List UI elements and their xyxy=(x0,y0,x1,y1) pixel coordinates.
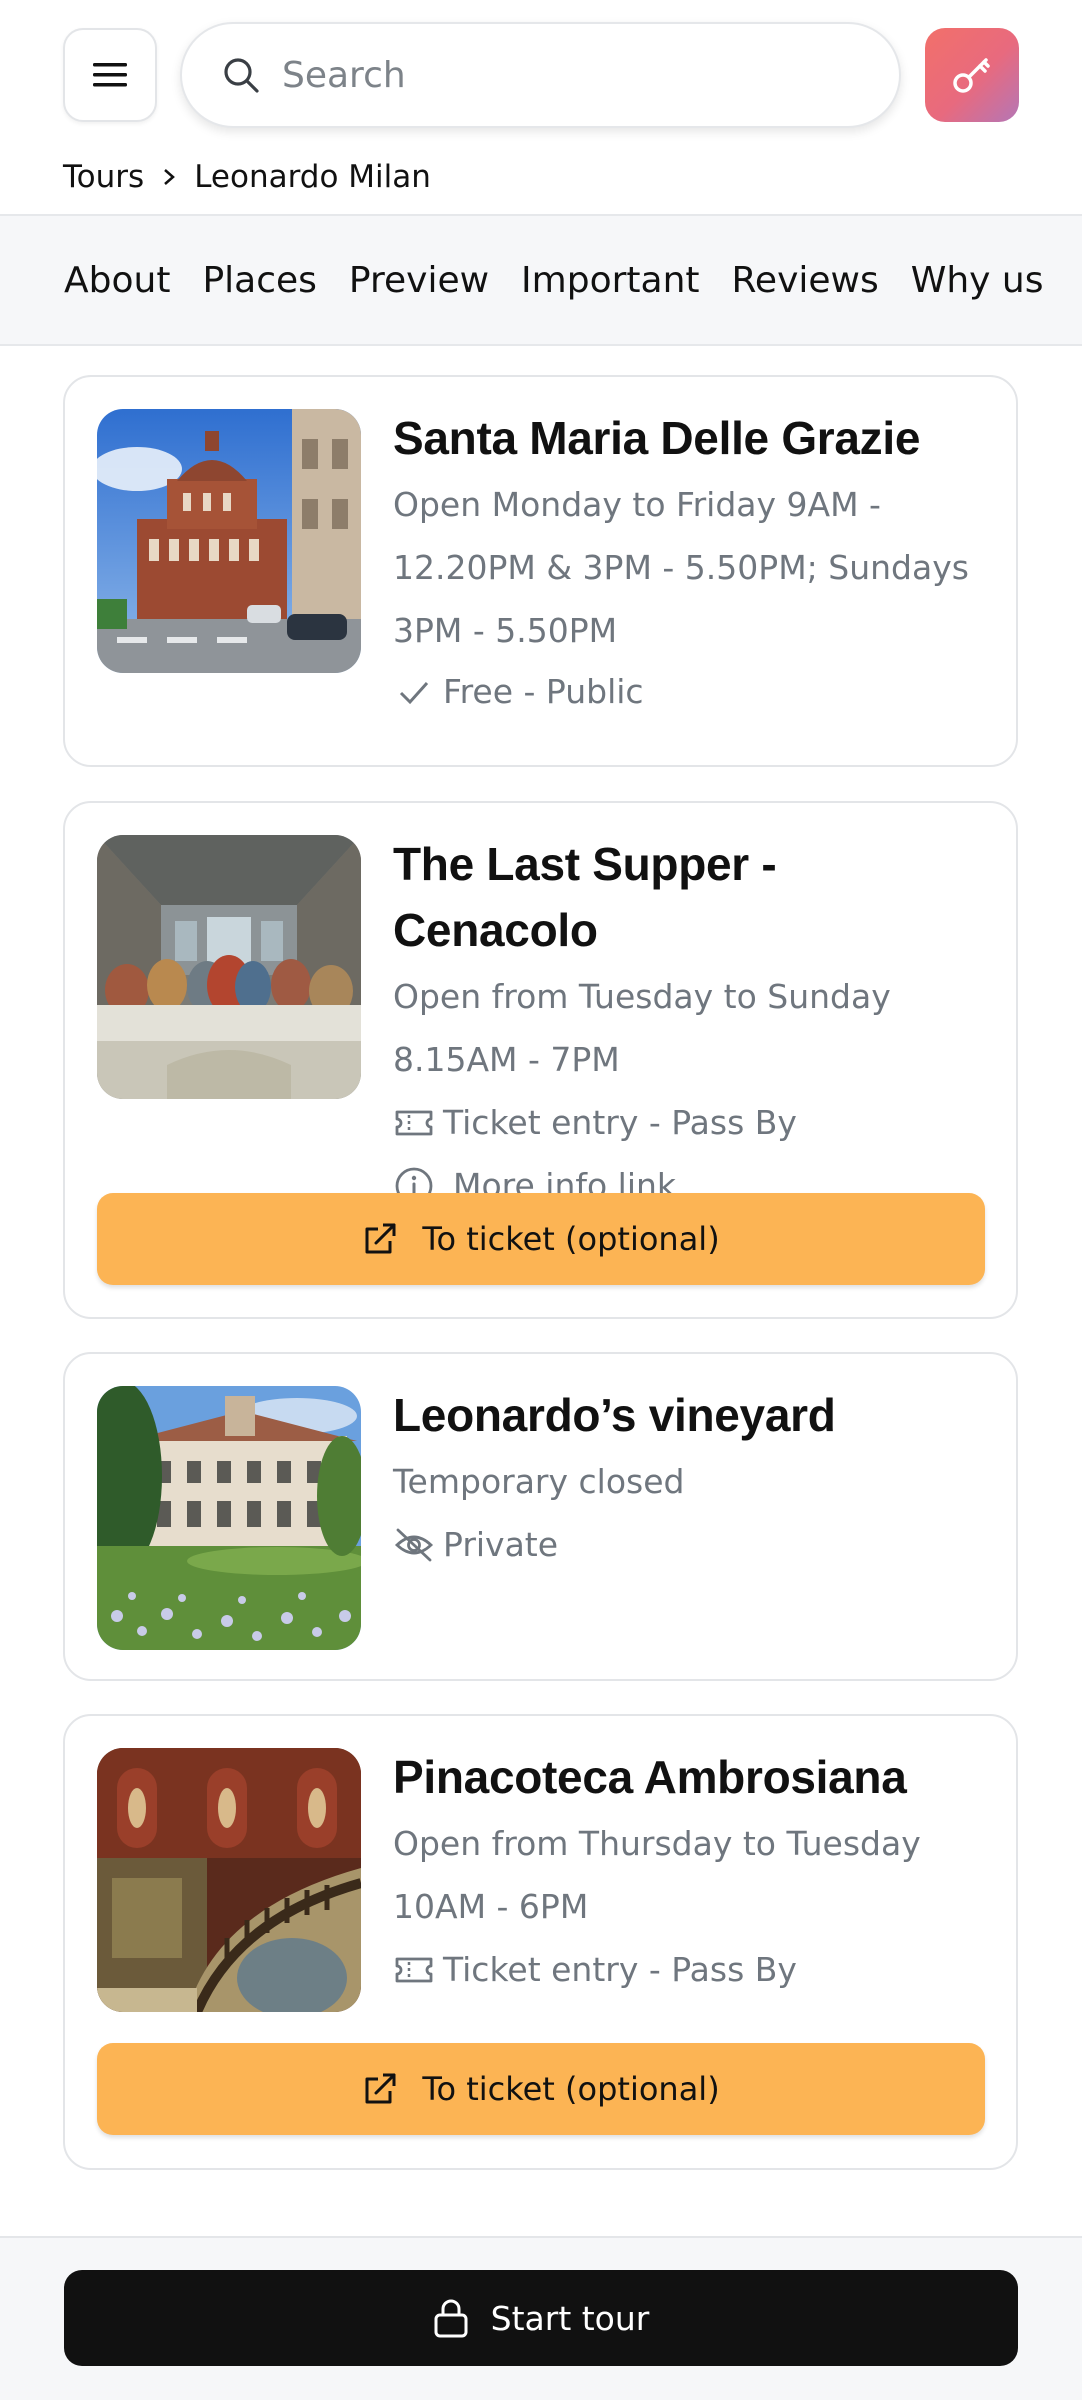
opening-hours-line: 8.15AM - 7PM xyxy=(393,1040,620,1079)
place-image-vineyard xyxy=(97,1386,361,1650)
tab-why-us[interactable]: Why us xyxy=(911,260,1044,301)
key-button[interactable] xyxy=(925,28,1019,122)
hamburger-menu-icon xyxy=(93,63,127,87)
place-card-vineyard[interactable]: Leonardo’s vineyard Temporary closed Pri… xyxy=(63,1352,1018,1681)
tab-about[interactable]: About xyxy=(64,260,170,301)
place-title: Pinacoteca Ambrosiana xyxy=(393,1751,907,1803)
opening-hours: Open Monday to Friday 9AM - 12.20PM & 3P… xyxy=(393,473,993,662)
access-label: Ticket entry - Pass By xyxy=(443,1103,797,1142)
check-icon xyxy=(393,671,435,713)
place-title: Leonardo’s vineyard xyxy=(393,1389,836,1441)
place-card-pinacoteca[interactable]: Pinacoteca Ambrosiana Open from Thursday… xyxy=(63,1714,1018,2170)
access-info: Ticket entry - Pass By xyxy=(393,1091,993,1154)
place-title: The Last Supper - Cenacolo xyxy=(393,838,777,956)
breadcrumb: Tours Leonardo Milan xyxy=(63,150,431,204)
key-icon xyxy=(953,58,990,93)
opening-hours: Open from Thursday to Tuesday 10AM - 6PM xyxy=(393,1812,993,1938)
breadcrumb-tours-link[interactable]: Tours xyxy=(63,159,144,195)
opening-hours-line: Temporary closed xyxy=(393,1462,685,1501)
opening-hours-line: 10AM - 6PM xyxy=(393,1887,589,1926)
opening-hours: Open from Tuesday to Sunday 8.15AM - 7PM xyxy=(393,965,993,1091)
access-info: Free - Public xyxy=(393,660,993,723)
place-card-last-supper[interactable]: The Last Supper - Cenacolo Open from Tue… xyxy=(63,801,1018,1319)
access-info: Private xyxy=(393,1513,993,1576)
ticket-icon xyxy=(393,1102,435,1144)
place-details: The Last Supper - Cenacolo Open from Tue… xyxy=(393,831,993,1217)
search-bar[interactable] xyxy=(180,22,901,128)
bottom-action-bar: Start tour xyxy=(0,2236,1082,2400)
opening-hours-line: Open Monday to Friday 9AM - xyxy=(393,485,881,524)
to-ticket-label: To ticket (optional) xyxy=(422,2070,720,2108)
lock-icon xyxy=(433,2298,469,2338)
ticket-icon xyxy=(393,1949,435,1991)
tab-reviews[interactable]: Reviews xyxy=(732,260,879,301)
opening-hours-line: Open from Thursday to Tuesday xyxy=(393,1824,921,1863)
access-label: Free - Public xyxy=(443,672,644,711)
to-ticket-button[interactable]: To ticket (optional) xyxy=(97,1193,985,1285)
breadcrumb-current: Leonardo Milan xyxy=(194,159,431,195)
start-tour-label: Start tour xyxy=(490,2298,650,2338)
section-tabs: About Places Preview Important Reviews W… xyxy=(0,214,1082,346)
tab-places[interactable]: Places xyxy=(202,260,316,301)
external-link-icon xyxy=(362,1221,398,1257)
access-label: Private xyxy=(443,1525,559,1564)
search-icon xyxy=(224,58,259,93)
menu-button[interactable] xyxy=(63,28,157,122)
place-image-santa-maria xyxy=(97,409,361,673)
place-details: Leonardo’s vineyard Temporary closed Pri… xyxy=(393,1382,993,1576)
place-image-pinacoteca xyxy=(97,1748,361,2012)
eye-off-icon xyxy=(393,1524,435,1566)
to-ticket-button[interactable]: To ticket (optional) xyxy=(97,2043,985,2135)
opening-hours-line: Open from Tuesday to Sunday xyxy=(393,977,891,1016)
access-label: Ticket entry - Pass By xyxy=(443,1950,797,1989)
chevron-right-icon xyxy=(162,167,176,187)
access-info: Ticket entry - Pass By xyxy=(393,1938,993,2001)
tab-important[interactable]: Important xyxy=(521,260,699,301)
place-details: Santa Maria Delle Grazie Open Monday to … xyxy=(393,405,993,723)
opening-hours: Temporary closed xyxy=(393,1450,993,1513)
tab-preview[interactable]: Preview xyxy=(349,260,489,301)
external-link-icon xyxy=(362,2071,398,2107)
opening-hours-line: 3PM - 5.50PM xyxy=(393,611,618,650)
search-input[interactable] xyxy=(282,54,862,96)
top-bar xyxy=(0,0,1082,150)
opening-hours-line: 12.20PM & 3PM - 5.50PM; Sundays xyxy=(393,548,969,587)
place-title: Santa Maria Delle Grazie xyxy=(393,412,921,464)
place-image-last-supper xyxy=(97,835,361,1099)
to-ticket-label: To ticket (optional) xyxy=(422,1220,720,1258)
place-card-santa-maria[interactable]: Santa Maria Delle Grazie Open Monday to … xyxy=(63,375,1018,767)
place-details: Pinacoteca Ambrosiana Open from Thursday… xyxy=(393,1744,993,2001)
start-tour-button[interactable]: Start tour xyxy=(64,2270,1018,2366)
